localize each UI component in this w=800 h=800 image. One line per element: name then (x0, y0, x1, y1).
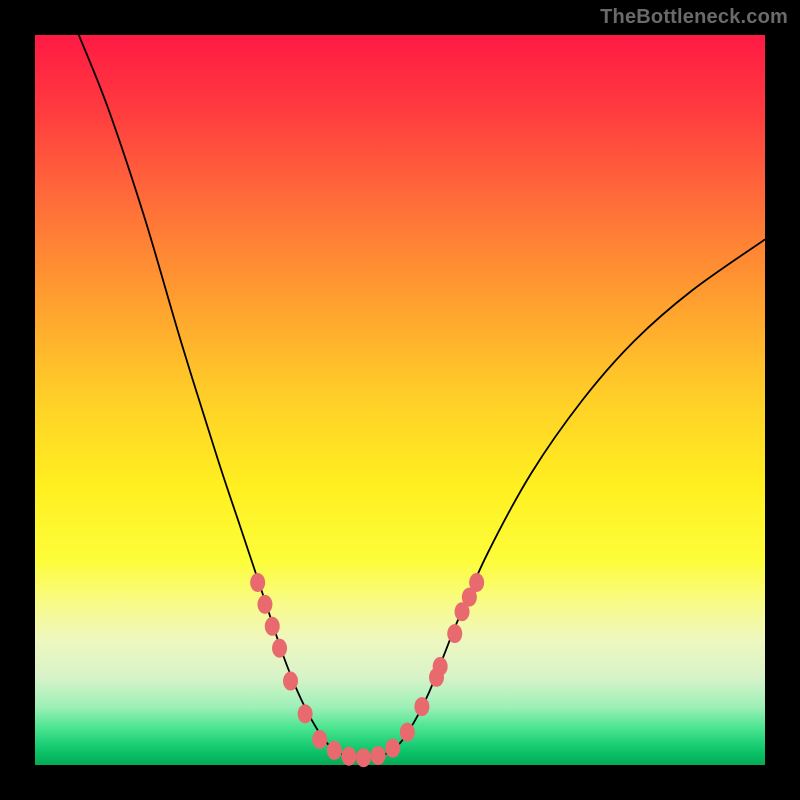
curve-marker (265, 617, 280, 636)
chart-overlay (35, 35, 765, 765)
curve-marker (272, 639, 287, 658)
chart-frame: TheBottleneck.com (0, 0, 800, 800)
bottleneck-curve (79, 35, 765, 758)
curve-marker (356, 748, 371, 767)
curve-marker (414, 697, 429, 716)
curve-marker (469, 573, 484, 592)
curve-marker (298, 704, 313, 723)
watermark-text: TheBottleneck.com (600, 6, 788, 29)
curve-marker (400, 723, 415, 742)
curve-marker (327, 741, 342, 760)
curve-marker (447, 624, 462, 643)
curve-marker (385, 739, 400, 758)
curve-marker (257, 595, 272, 614)
curve-marker (312, 730, 327, 749)
curve-marker (371, 746, 386, 765)
curve-markers (250, 573, 484, 767)
curve-marker (283, 672, 298, 691)
curve-marker (250, 573, 265, 592)
curve-marker (433, 657, 448, 676)
curve-marker (341, 747, 356, 766)
